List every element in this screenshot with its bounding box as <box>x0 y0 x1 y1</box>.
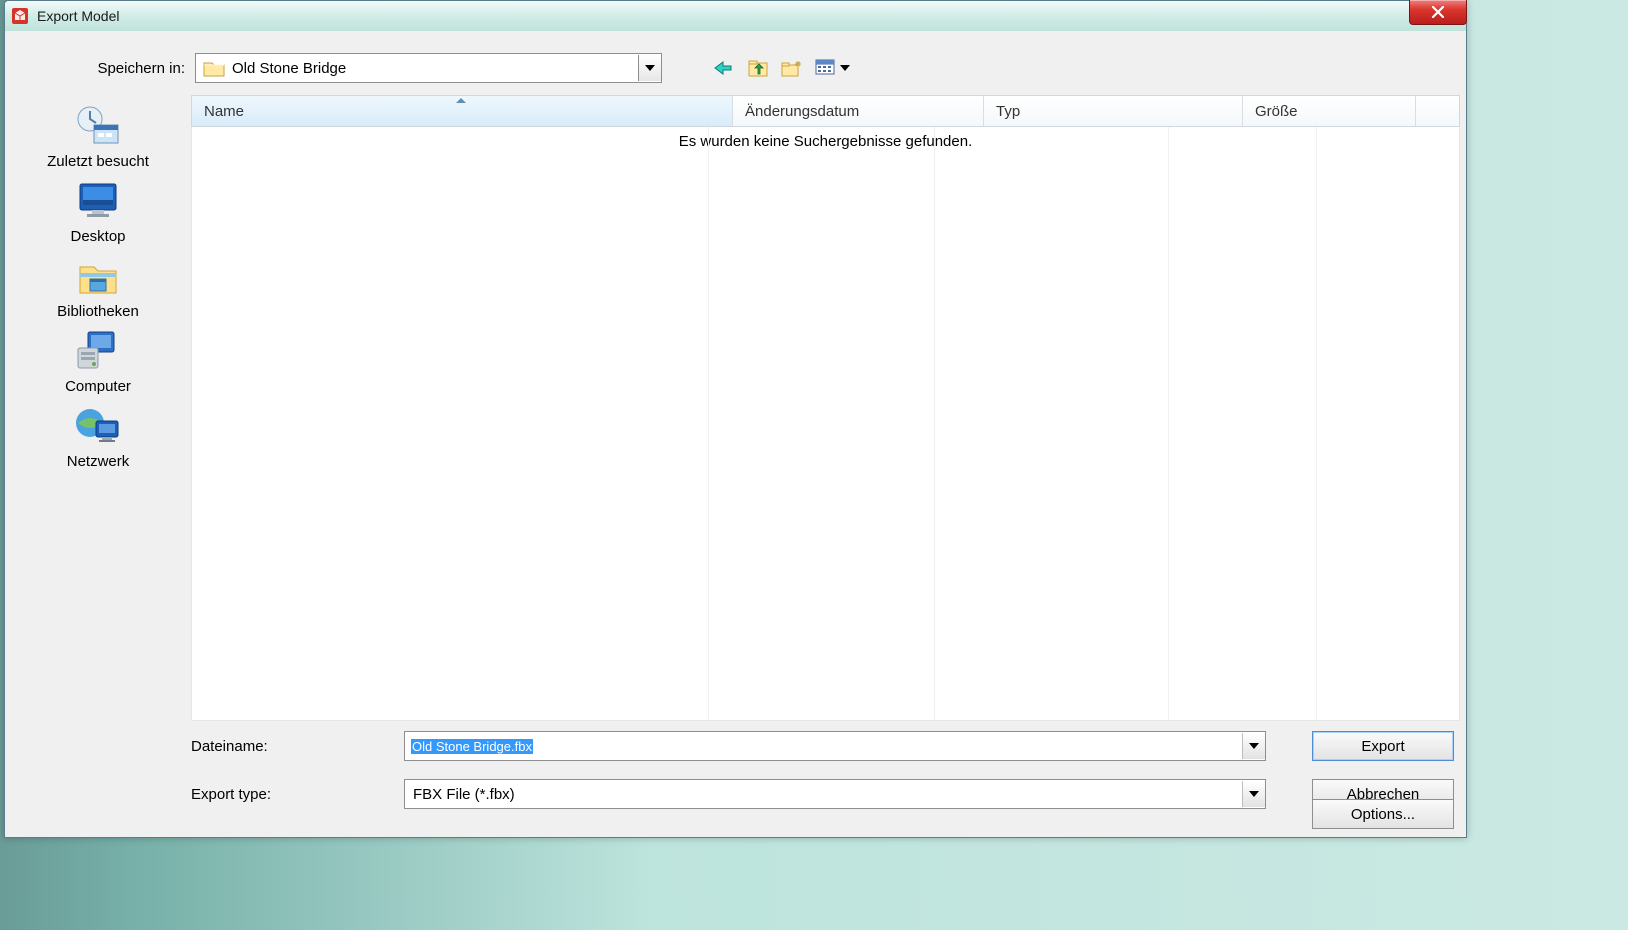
export-type-combo[interactable]: FBX File (*.fbx) <box>404 779 1266 809</box>
filename-value[interactable]: Old Stone Bridge.fbx <box>411 739 533 754</box>
place-label: Zuletzt besucht <box>47 153 149 170</box>
export-type-dropdown-button[interactable] <box>1242 781 1265 807</box>
back-button[interactable] <box>712 56 736 80</box>
app-icon <box>11 7 29 25</box>
places-bar: Zuletzt besucht Desktop Bibliotheken Com… <box>5 95 191 721</box>
filename-label: Dateiname: <box>5 738 404 755</box>
column-spacer <box>1416 96 1459 126</box>
place-label: Computer <box>65 378 131 395</box>
sort-asc-icon <box>456 98 466 103</box>
column-size[interactable]: Größe <box>1243 96 1416 126</box>
up-one-level-button[interactable] <box>746 56 770 80</box>
chevron-down-icon <box>645 65 655 71</box>
column-header-row: Name Änderungsdatum Typ Größe <box>191 95 1460 127</box>
column-name[interactable]: Name <box>192 96 733 126</box>
export-dialog: Export Model Speichern in: Old Stone Bri… <box>4 0 1467 838</box>
filename-dropdown-button[interactable] <box>1242 733 1265 759</box>
save-in-name: Old Stone Bridge <box>232 60 638 77</box>
save-in-combo[interactable]: Old Stone Bridge <box>195 53 662 83</box>
chevron-down-icon <box>1249 743 1259 749</box>
place-network[interactable]: Netzwerk <box>23 403 173 470</box>
column-modified[interactable]: Änderungsdatum <box>733 96 984 126</box>
column-label: Änderungsdatum <box>745 103 859 120</box>
place-recent[interactable]: Zuletzt besucht <box>23 103 173 170</box>
place-label: Netzwerk <box>67 453 130 470</box>
export-button[interactable]: Export <box>1312 731 1454 761</box>
column-label: Typ <box>996 103 1020 120</box>
window-title: Export Model <box>37 8 119 24</box>
bottom-panel: Dateiname: Old Stone Bridge.fbx Export E… <box>5 721 1466 837</box>
place-label: Bibliotheken <box>57 303 139 320</box>
column-label: Größe <box>1255 103 1298 120</box>
export-type-value: FBX File (*.fbx) <box>405 786 1242 803</box>
close-button[interactable] <box>1409 0 1467 25</box>
titlebar[interactable]: Export Model <box>5 1 1466 32</box>
file-list-body[interactable]: Es wurden keine Suchergebnisse gefunden. <box>191 127 1460 721</box>
place-computer[interactable]: Computer <box>23 328 173 395</box>
place-libraries[interactable]: Bibliotheken <box>23 253 173 320</box>
export-type-label: Export type: <box>5 786 404 803</box>
place-desktop[interactable]: Desktop <box>23 178 173 245</box>
column-label: Name <box>204 103 244 120</box>
client-area: Speichern in: Old Stone Bridge <box>5 31 1466 837</box>
column-type[interactable]: Typ <box>984 96 1243 126</box>
place-label: Desktop <box>70 228 125 245</box>
view-menu-button[interactable] <box>814 56 850 80</box>
empty-message: Es wurden keine Suchergebnisse gefunden. <box>192 133 1459 150</box>
file-list: Name Änderungsdatum Typ Größe Es wu <box>191 95 1460 721</box>
chevron-down-icon <box>1249 791 1259 797</box>
chevron-down-icon <box>840 65 850 71</box>
middle-area: Zuletzt besucht Desktop Bibliotheken Com… <box>5 95 1466 721</box>
options-button[interactable]: Options... <box>1312 799 1454 829</box>
filename-combo[interactable]: Old Stone Bridge.fbx <box>404 731 1266 761</box>
save-in-dropdown-button[interactable] <box>638 55 661 81</box>
new-folder-button[interactable] <box>780 56 804 80</box>
location-bar: Speichern in: Old Stone Bridge <box>5 31 1466 95</box>
save-in-label: Speichern in: <box>5 60 195 77</box>
nav-toolbar <box>712 56 850 80</box>
folder-icon <box>202 57 226 79</box>
